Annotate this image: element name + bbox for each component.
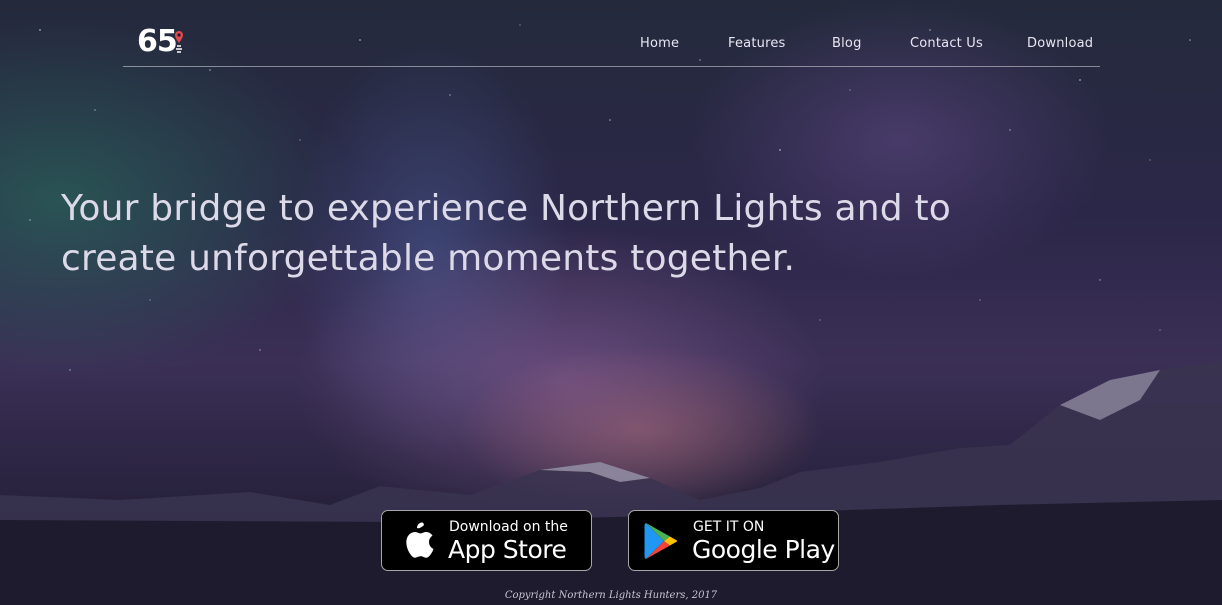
app-store-button[interactable]: Download on the App Store: [381, 510, 592, 571]
nav-download[interactable]: Download: [1027, 36, 1093, 51]
mountain-silhouette: [0, 360, 1222, 605]
nav-contact-us[interactable]: Contact Us: [910, 36, 983, 51]
google-play-button[interactable]: GET IT ON Google Play: [628, 510, 839, 571]
top-navigation: Home Features Blog Contact Us Download: [123, 0, 1100, 67]
brand-logo[interactable]: 65: [137, 24, 178, 60]
hero-headline: Your bridge to experience Northern Light…: [61, 188, 952, 279]
nav-blog[interactable]: Blog: [832, 36, 862, 51]
nav-features[interactable]: Features: [728, 36, 786, 51]
google-play-icon: [644, 523, 678, 559]
footer-copyright: Copyright Northern Lights Hunters, 2017: [504, 590, 718, 601]
google-play-small-label: GET IT ON: [693, 519, 765, 535]
map-pin-icon: [175, 31, 183, 53]
app-store-big-label: App Store: [448, 535, 567, 564]
apple-icon: [406, 522, 434, 558]
app-store-small-label: Download on the: [449, 519, 568, 535]
hero-background: [0, 0, 1222, 605]
google-play-big-label: Google Play: [692, 535, 835, 564]
nav-home[interactable]: Home: [640, 36, 679, 51]
